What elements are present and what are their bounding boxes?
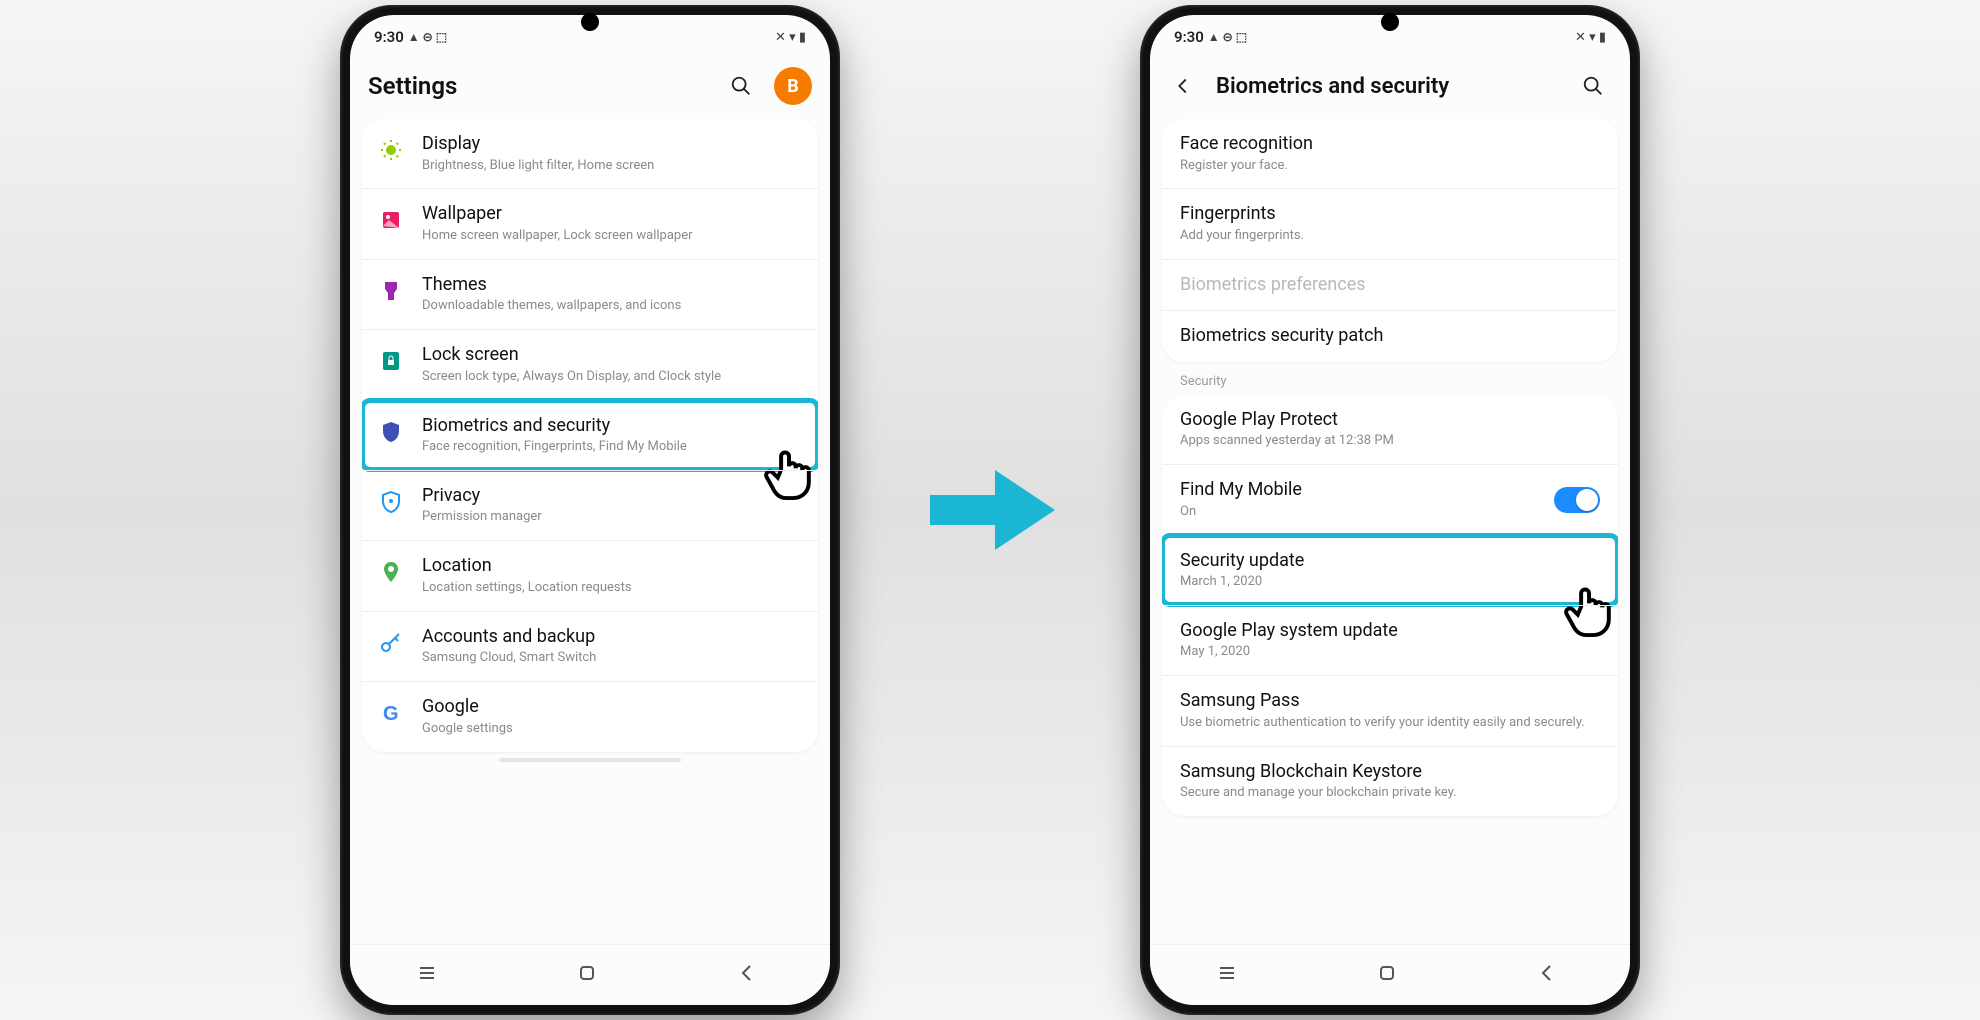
google-icon: G: [376, 698, 406, 728]
camera-hole-icon: [1381, 13, 1399, 31]
item-title: Biometrics security patch: [1180, 325, 1600, 348]
nav-home-icon[interactable]: [1375, 961, 1405, 989]
item-subtitle: May 1, 2020: [1180, 644, 1600, 661]
nav-bar: [1150, 944, 1630, 1005]
status-time: 9:30: [374, 28, 404, 46]
item-title: Biometrics and security: [422, 415, 802, 438]
item-title: Accounts and backup: [422, 626, 802, 649]
phone-settings: 9:30 ▲ ⊝ ⬚ ✕ ▾ ▮ Settings B Display Bright…: [340, 5, 840, 1015]
item-subtitle: March 1, 2020: [1180, 574, 1600, 591]
item-title: Wallpaper: [422, 203, 802, 226]
nav-back-icon[interactable]: [1535, 961, 1565, 989]
item-subtitle: Downloadable themes, wallpapers, and ico…: [422, 298, 802, 315]
shield-icon: [376, 417, 406, 447]
item-biometrics-patch[interactable]: Biometrics security patch: [1162, 310, 1618, 362]
item-subtitle: Apps scanned yesterday at 12:38 PM: [1180, 433, 1600, 450]
item-subtitle: Secure and manage your blockchain privat…: [1180, 785, 1600, 802]
svg-text:G: G: [383, 703, 399, 725]
item-title: Security update: [1180, 550, 1600, 573]
settings-header: Settings B: [350, 59, 830, 119]
key-icon: [376, 628, 406, 658]
item-find-my-mobile[interactable]: Find My Mobile On: [1162, 464, 1618, 534]
phone-biometrics: 9:30▲ ⊝ ⬚ ✕ ▾ ▮ Biometrics and security …: [1140, 5, 1640, 1015]
settings-item-wallpaper[interactable]: Wallpaper Home screen wallpaper, Lock scr…: [362, 188, 818, 258]
scroll-indicator: [499, 758, 681, 762]
toggle-find-my-mobile[interactable]: [1554, 487, 1600, 513]
item-play-protect[interactable]: Google Play ProtectApps scanned yesterda…: [1162, 395, 1618, 464]
screen-biometrics: 9:30▲ ⊝ ⬚ ✕ ▾ ▮ Biometrics and security …: [1150, 15, 1630, 1005]
search-icon[interactable]: [722, 67, 760, 105]
camera-hole-icon: [581, 13, 599, 31]
item-title: Find My Mobile: [1180, 479, 1538, 502]
item-title: Google Play system update: [1180, 620, 1600, 643]
screen-settings: 9:30 ▲ ⊝ ⬚ ✕ ▾ ▮ Settings B Display Bright…: [350, 15, 830, 1005]
settings-item-themes[interactable]: ThemesDownloadable themes, wallpapers, a…: [362, 259, 818, 329]
item-title: Display: [422, 133, 802, 156]
item-title: Privacy: [422, 485, 802, 508]
display-icon: [376, 135, 406, 165]
back-icon[interactable]: [1164, 67, 1202, 105]
item-play-system-update[interactable]: Google Play system updateMay 1, 2020: [1162, 605, 1618, 675]
settings-item-location[interactable]: Location Location settings, Location requ…: [362, 540, 818, 610]
wallpaper-icon: [376, 205, 406, 235]
item-subtitle: Location settings, Location requests: [422, 580, 802, 597]
item-title: Samsung Blockchain Keystore: [1180, 761, 1600, 784]
lock-icon: [376, 346, 406, 376]
page-title: Biometrics and security: [1216, 74, 1560, 99]
item-fingerprints[interactable]: Fingerprints Add your fingerprints.: [1162, 188, 1618, 258]
item-security-update[interactable]: Security updateMarch 1, 2020: [1162, 535, 1618, 605]
status-left-icons: ▲ ⊝ ⬚: [408, 30, 447, 44]
item-samsung-pass[interactable]: Samsung Pass Use biometric authentication…: [1162, 675, 1618, 745]
nav-back-icon[interactable]: [735, 961, 765, 989]
settings-item-biometrics[interactable]: Biometrics and securityFace recognition,…: [362, 400, 818, 470]
nav-recents-icon[interactable]: [1215, 961, 1245, 989]
settings-list[interactable]: Display Brightness, Blue light filter, Ho…: [350, 119, 830, 944]
themes-icon: [376, 276, 406, 306]
item-subtitle: Add your fingerprints.: [1180, 228, 1600, 245]
item-title: Samsung Pass: [1180, 690, 1600, 713]
item-title: Face recognition: [1180, 133, 1600, 156]
item-subtitle: Register your face.: [1180, 158, 1600, 175]
item-title: Fingerprints: [1180, 203, 1600, 226]
settings-item-accounts[interactable]: Accounts and backupSamsung Cloud, Smart …: [362, 611, 818, 681]
avatar[interactable]: B: [774, 67, 812, 105]
item-subtitle: Home screen wallpaper, Lock screen wallp…: [422, 228, 802, 245]
item-title: Themes: [422, 274, 802, 297]
status-time: 9:30: [1174, 28, 1204, 46]
nav-recents-icon[interactable]: [415, 961, 445, 989]
item-subtitle: Use biometric authentication to verify y…: [1180, 715, 1600, 732]
page-title: Settings: [368, 72, 708, 100]
biometrics-header: Biometrics and security: [1150, 59, 1630, 119]
item-subtitle: Google settings: [422, 721, 802, 738]
item-title: Lock screen: [422, 344, 802, 367]
status-left-icons: ▲ ⊝ ⬚: [1208, 30, 1247, 44]
settings-item-display[interactable]: Display Brightness, Blue light filter, Ho…: [362, 119, 818, 188]
item-blockchain-keystore[interactable]: Samsung Blockchain KeystoreSecure and ma…: [1162, 746, 1618, 816]
settings-item-lockscreen[interactable]: Lock screen Screen lock type, Always On D…: [362, 329, 818, 399]
settings-item-google[interactable]: G Google Google settings: [362, 681, 818, 751]
item-title: Location: [422, 555, 802, 578]
biometrics-list[interactable]: Face recognition Register your face. Fing…: [1150, 119, 1630, 944]
item-title: Google: [422, 696, 802, 719]
arrow-right-icon: [920, 450, 1060, 570]
search-icon[interactable]: [1574, 67, 1612, 105]
item-subtitle: Face recognition, Fingerprints, Find My …: [422, 439, 802, 456]
privacy-icon: [376, 487, 406, 517]
item-subtitle: On: [1180, 504, 1538, 521]
location-icon: [376, 557, 406, 587]
status-right-icons: ✕ ▾ ▮: [775, 30, 806, 45]
item-subtitle: Permission manager: [422, 509, 802, 526]
section-security-label: Security: [1162, 362, 1618, 395]
item-biometrics-preferences: Biometrics preferences: [1162, 259, 1618, 311]
status-right-icons: ✕ ▾ ▮: [1575, 30, 1606, 45]
item-title: Google Play Protect: [1180, 409, 1600, 432]
nav-bar: [350, 944, 830, 1005]
item-subtitle: Screen lock type, Always On Display, and…: [422, 369, 802, 386]
item-face-recognition[interactable]: Face recognition Register your face.: [1162, 119, 1618, 188]
settings-item-privacy[interactable]: PrivacyPermission manager: [362, 470, 818, 540]
item-title: Biometrics preferences: [1180, 274, 1600, 297]
item-subtitle: Samsung Cloud, Smart Switch: [422, 650, 802, 667]
item-subtitle: Brightness, Blue light filter, Home scre…: [422, 158, 802, 175]
nav-home-icon[interactable]: [575, 961, 605, 989]
